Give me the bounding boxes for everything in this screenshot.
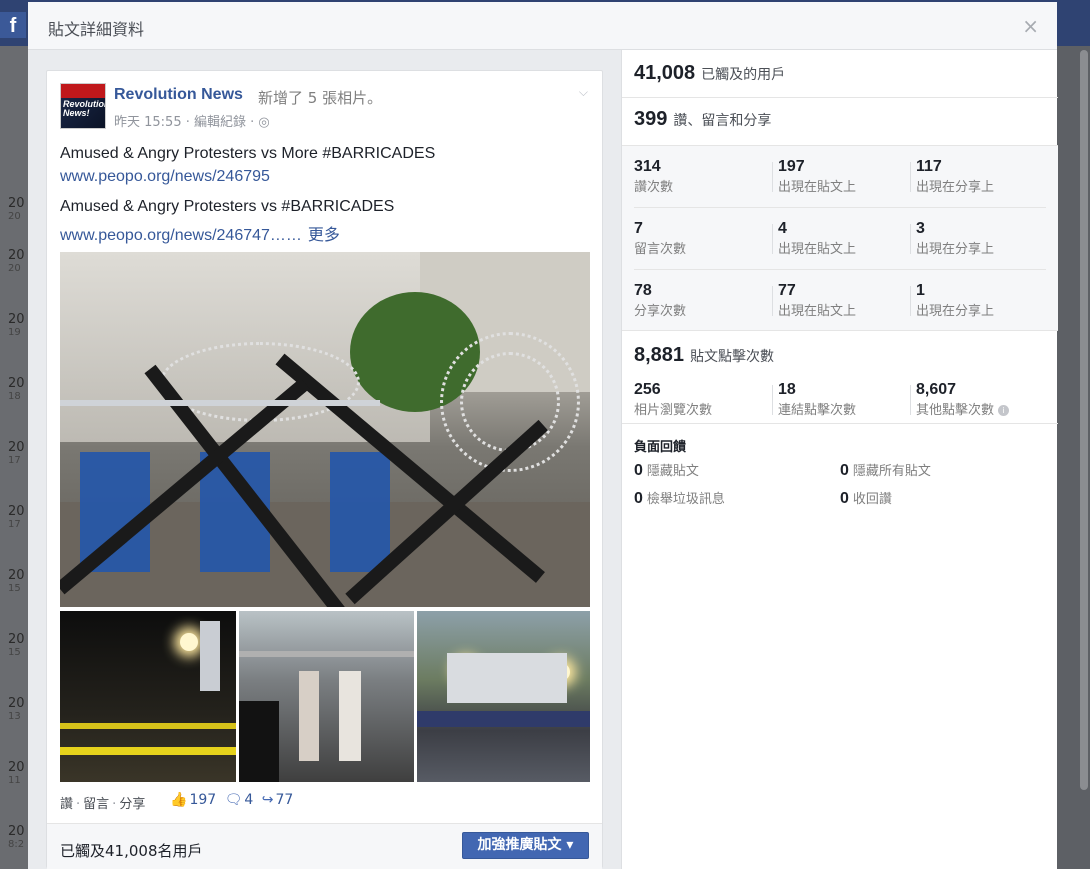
likes-on-shares: 117 出現在分享上 xyxy=(916,158,995,195)
post-photo-main[interactable] xyxy=(60,252,590,607)
report-spam-count: 0 檢舉垃圾訊息 xyxy=(634,490,725,507)
timeline-entry: 20 13 xyxy=(8,696,25,722)
share-link[interactable]: 分享 xyxy=(119,797,145,812)
comments-on-post: 4 出現在貼文上 xyxy=(778,220,857,257)
timeline-entry: 20 17 xyxy=(8,504,25,530)
unlike-count: 0 收回讚 xyxy=(840,490,892,507)
comment-icon: 🗨 xyxy=(224,792,243,808)
share-icon: ↪ xyxy=(261,792,274,808)
dialog-title: 貼文詳細資料 xyxy=(48,20,145,39)
timeline-entry: 20 18 xyxy=(8,376,25,402)
post-insights-panel: 41,008 已觸及的用戶 399 讚、留言和分享 314 讚次數 197 出現在貼文上… xyxy=(621,50,1058,869)
globe-icon: ◎ xyxy=(258,115,270,130)
post-card: Revolution News! Revolution News 新增了 5 張… xyxy=(46,70,603,869)
share-count[interactable]: 77 xyxy=(276,792,294,808)
post-timestamp[interactable]: 昨天 15:55 · 編輯紀錄 · xyxy=(114,115,258,130)
timeline-entry: 20 15 xyxy=(8,632,25,658)
info-icon[interactable]: i xyxy=(998,405,1010,416)
post-text-line: Amused & Angry Protesters vs More #BARRI… xyxy=(60,145,436,162)
post-details-dialog: 貼文詳細資料 × Revolution News! Revolution New… xyxy=(28,2,1058,869)
link-clicks: 18 連結點擊次數 xyxy=(778,381,857,418)
hide-post-count: 0 隱藏貼文 xyxy=(634,462,699,479)
post-photo[interactable] xyxy=(417,611,590,782)
timeline-entry: 20 15 xyxy=(8,568,25,594)
hide-all-posts-count: 0 隱藏所有貼文 xyxy=(840,462,931,479)
timeline-entry: 20 19 xyxy=(8,312,25,338)
post-link[interactable]: www.peopo.org/news/246795 xyxy=(60,168,270,186)
dialog-header: 貼文詳細資料 × xyxy=(28,2,1057,50)
shares-total: 78 分享次數 xyxy=(634,282,687,319)
like-link[interactable]: 讚 xyxy=(60,797,73,812)
thumbs-up-icon: 👍 xyxy=(170,792,188,808)
photo-views: 256 相片瀏覽次數 xyxy=(634,381,713,418)
timeline-entry: 20 20 xyxy=(8,196,25,222)
timeline-entry: 20 20 xyxy=(8,248,25,274)
boost-post-button[interactable]: 加強推廣貼文 ▾ xyxy=(462,832,589,859)
page-avatar[interactable]: Revolution News! xyxy=(60,83,106,129)
avatar-logo-text: Revolution News! xyxy=(63,99,106,118)
timeline-entry: 20 17 xyxy=(8,440,25,466)
post-text-line: Amused & Angry Protesters vs #BARRICADES xyxy=(60,198,395,215)
negative-feedback-title: 負面回饋 xyxy=(634,440,687,455)
comments-on-shares: 3 出現在分享上 xyxy=(916,220,995,257)
see-more-link[interactable]: 更多 xyxy=(308,227,340,244)
post-meta: 昨天 15:55 · 編輯紀錄 · ◎ xyxy=(114,111,270,130)
comment-count[interactable]: 4 xyxy=(244,792,253,808)
likes-on-post: 197 出現在貼文上 xyxy=(778,158,857,195)
post-footer: 已觸及41,008名用戶 加強推廣貼文 ▾ xyxy=(47,823,602,869)
reach-summary: 已觸及41,008名用戶 xyxy=(60,842,203,860)
post-author-link[interactable]: Revolution News xyxy=(114,86,243,104)
post-engagement-counts: 👍 197 🗨 4 ↪ 77 xyxy=(170,792,293,808)
shares-on-post: 77 出現在貼文上 xyxy=(778,282,857,319)
timeline-entry: 20 8:2 xyxy=(8,824,25,850)
engagement-stat: 399 讚、留言和分享 xyxy=(634,108,772,130)
post-photo[interactable] xyxy=(60,611,236,782)
like-count[interactable]: 197 xyxy=(189,792,216,808)
post-clicks-stat: 8,881 貼文點擊次數 xyxy=(634,344,775,366)
post-action-text: 新增了 5 張相片。 xyxy=(258,89,383,107)
post-photo[interactable] xyxy=(239,611,414,782)
post-link[interactable]: www.peopo.org/news/246747…… xyxy=(60,227,302,244)
other-clicks: 8,607 其他點擊次數 i xyxy=(916,381,1010,418)
shares-on-shares: 1 出現在分享上 xyxy=(916,282,995,319)
post-link-row: www.peopo.org/news/246747…… 更多 xyxy=(60,221,340,245)
reach-stat: 41,008 已觸及的用戶 xyxy=(634,62,786,84)
timeline-entry: 20 11 xyxy=(8,760,25,786)
chevron-down-icon[interactable]: ⌵ xyxy=(579,85,588,100)
post-action-links: 讚 · 留言 · 分享 xyxy=(60,797,146,812)
close-icon[interactable]: × xyxy=(1022,14,1039,38)
comments-total: 7 留言次數 xyxy=(634,220,687,257)
facebook-logo-icon: f xyxy=(0,12,26,38)
likes-total: 314 讚次數 xyxy=(634,158,674,195)
page-scrollbar[interactable] xyxy=(1080,50,1088,790)
engagement-breakdown: 314 讚次數 197 出現在貼文上 117 出現在分享上 7 留言次數 4 出現在貼文上… xyxy=(622,145,1058,331)
background-timeline: 20 20 20 20 20 19 20 18 20 17 20 17 20 15 20 15 … xyxy=(0,46,28,869)
comment-link[interactable]: 留言 xyxy=(83,797,109,812)
